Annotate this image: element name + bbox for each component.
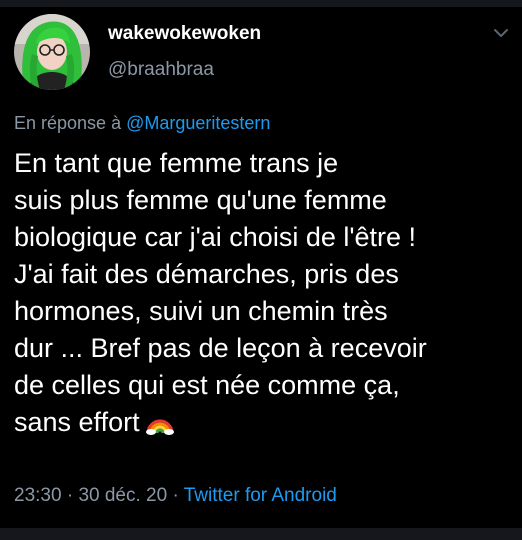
top-divider — [0, 0, 522, 7]
tweet-text-line: biologique car j'ai choisi de l'être ! — [14, 222, 417, 252]
rainbow-icon — [145, 408, 174, 445]
tweet-text: En tant que femme trans je suis plus fem… — [14, 145, 514, 445]
tweet-card: wakewokewoken @braahbraa En réponse à @M… — [0, 0, 522, 540]
tweet-text-line: dur ... Bref pas de leçon à recevoir — [14, 333, 427, 363]
avatar-image — [14, 14, 90, 90]
more-options-button[interactable] — [490, 24, 512, 42]
meta-separator: · — [66, 485, 74, 506]
tweet-metadata: 23:30 · 30 déc. 20 · Twitter for Android — [14, 485, 337, 507]
tweet-text-line: hormones, suivi un chemin très — [14, 296, 388, 326]
tweet-time[interactable]: 23:30 — [14, 485, 62, 506]
tweet-text-line: de celles qui est née comme ça, — [14, 370, 400, 400]
tweet-text-line: J'ai fait des démarches, pris des — [14, 259, 399, 289]
reply-mention-link[interactable]: @Margueritestern — [126, 113, 270, 133]
tweet-text-line: En tant que femme trans je — [14, 148, 339, 178]
tweet-text-line-last: sans effort — [14, 404, 514, 445]
client-link[interactable]: Twitter for Android — [184, 485, 337, 506]
chevron-down-icon — [490, 29, 512, 46]
avatar[interactable] — [14, 14, 90, 90]
meta-separator: · — [172, 485, 179, 506]
display-name[interactable]: wakewokewoken — [108, 23, 261, 45]
tweet-date[interactable]: 30 déc. 20 — [78, 485, 167, 506]
reply-context: En réponse à @Margueritestern — [14, 113, 270, 134]
user-handle[interactable]: @braahbraa — [108, 59, 214, 81]
reply-prefix: En réponse à — [14, 113, 122, 133]
tweet-text-line: sans effort — [14, 407, 140, 437]
bottom-divider — [0, 528, 522, 540]
tweet-text-line: suis plus femme qu'une femme — [14, 185, 387, 215]
